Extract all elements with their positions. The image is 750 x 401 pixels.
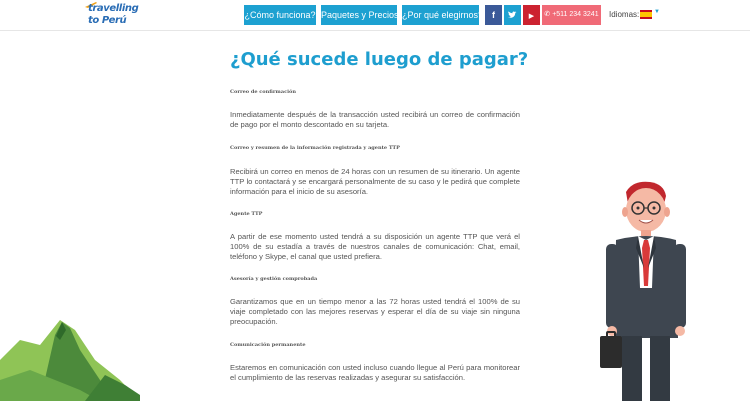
mountain-illustration [0,320,140,401]
phone-button[interactable]: ✆ +511 234 3241 [542,5,601,25]
agent-character-illustration [600,181,686,401]
spain-flag-icon[interactable] [640,10,652,19]
chevron-down-icon[interactable]: ▼ [654,9,660,15]
facebook-button[interactable]: f [485,5,502,25]
site-logo[interactable]: travelling to Perú [84,1,144,29]
page-title: ¿Qué sucede luego de pagar? [230,49,529,70]
section-label-comunicacion: Comunicación permanente [230,342,306,348]
nav-como-funciona[interactable]: ¿Cómo funciona? [244,5,316,25]
section-label-confirmacion: Correo de confirmación [230,89,296,95]
nav-por-que-elegirnos[interactable]: ¿Por qué elegirnos? [402,5,483,25]
nav-paquetes-precios[interactable]: Paquetes y Precios [321,5,399,25]
twitter-button[interactable] [504,5,521,25]
logo-line-1: travelling [88,3,139,14]
section-text-resumen: Recibirá un correo en menos de 24 horas … [230,167,520,196]
section-label-agente: Agente TTP [230,211,263,217]
section-label-asesoria: Asesoría y gestión comprobada [230,276,318,282]
section-text-confirmacion: Inmediatamente después de la transacción… [230,110,520,129]
logo-line-2: to Perú [88,15,127,26]
twitter-icon [508,11,517,18]
section-text-asesoria: Garantizamos que en un tiempo menor a la… [230,297,520,326]
section-text-comunicacion: Estaremos en comunicación con usted incl… [230,363,520,382]
language-label: Idiomas: [609,10,640,19]
facebook-icon: f [492,10,495,20]
section-text-agente: A partir de ese momento usted tendrá a s… [230,232,520,261]
site-header: travelling to Perú ¿Cómo funciona? Paque… [0,0,750,31]
section-label-resumen: Correo y resumen de la información regis… [230,145,400,151]
youtube-icon: ▶ [528,13,535,20]
youtube-button[interactable]: ▶ [523,5,540,25]
phone-number: +511 234 3241 [552,11,599,18]
